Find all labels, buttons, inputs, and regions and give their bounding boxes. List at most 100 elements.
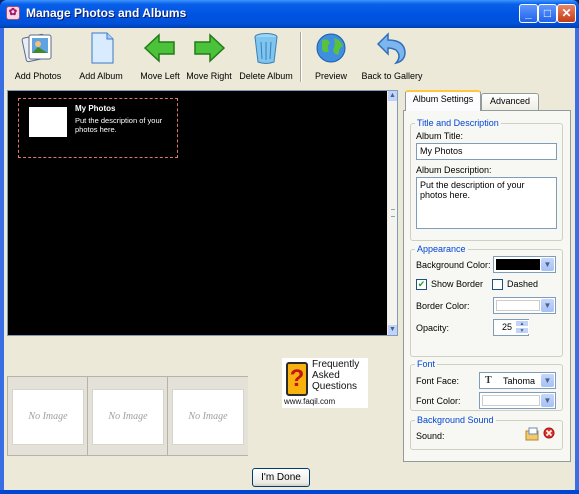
show-border-label: Show Border [431, 279, 484, 289]
minimize-button[interactable]: _ [519, 4, 538, 23]
faq-text: Frequently Asked Questions [312, 359, 359, 392]
dashed-label: Dashed [507, 279, 539, 289]
preview-scrollbar[interactable]: ▲ ▼ [387, 91, 397, 335]
app-icon: ✿ [6, 6, 20, 20]
client-area: Add Photos Add Album Move Left Move Righ… [4, 28, 575, 490]
photo-placeholder: No Image [172, 389, 244, 445]
delete-album-button[interactable]: Delete Album [238, 28, 294, 86]
group-title: Appearance [415, 244, 468, 254]
tab-album-settings[interactable]: Album Settings [405, 90, 481, 111]
album-title-label: Album Title: [416, 131, 464, 141]
appearance-group: Appearance Background Color: ▼ ✔ Show Bo… [410, 244, 563, 357]
border-color-label: Border Color: [416, 301, 470, 311]
back-to-gallery-label: Back to Gallery [361, 71, 423, 81]
background-sound-group: Background Sound Sound: [410, 415, 563, 450]
scroll-down-icon[interactable]: ▼ [388, 325, 397, 335]
album-title-input[interactable]: My Photos [416, 143, 557, 160]
sound-label: Sound: [416, 431, 445, 441]
photo-thumb[interactable]: No Image [88, 377, 168, 455]
folder-open-icon[interactable] [525, 427, 539, 441]
chevron-down-icon[interactable]: ▼ [541, 374, 554, 387]
preview-button[interactable]: Preview [310, 28, 352, 86]
album-preview-area[interactable]: My Photos Put the description of your ph… [7, 90, 398, 336]
back-arrow-icon [376, 32, 406, 65]
font-color-label: Font Color: [416, 396, 461, 406]
add-photos-button[interactable]: Add Photos [12, 28, 64, 86]
font-group: Font Font Face: T Tahoma ▼ Font Color: ▼ [410, 359, 563, 411]
group-title: Title and Description [415, 118, 501, 128]
add-photos-label: Add Photos [14, 71, 62, 81]
settings-tabs: Album Settings Advanced Title and Descri… [403, 90, 571, 462]
preview-label: Preview [314, 71, 347, 81]
album-item[interactable]: My Photos Put the description of your ph… [18, 98, 178, 158]
border-color-picker[interactable]: ▼ [493, 297, 556, 314]
background-color-picker[interactable]: ▼ [493, 256, 556, 273]
dashed-checkbox[interactable] [492, 279, 503, 290]
arrow-right-icon [194, 33, 226, 63]
font-color-swatch [482, 395, 540, 406]
window-bottom-border [0, 490, 579, 494]
album-description: Put the description of your photos here. [75, 116, 163, 134]
font-face-select[interactable]: T Tahoma ▼ [479, 372, 556, 389]
back-to-gallery-button[interactable]: Back to Gallery [360, 28, 424, 86]
album-name: My Photos [75, 104, 116, 113]
remove-icon[interactable] [543, 427, 555, 439]
toolbar-separator [300, 32, 302, 82]
photo-strip: No Image No Image No Image [7, 376, 248, 456]
faq-line3: Questions [312, 381, 358, 392]
border-color-swatch [496, 300, 540, 311]
spin-down-icon[interactable]: ▼ [515, 327, 529, 334]
photo-placeholder: No Image [92, 389, 164, 445]
faq-url: www.faqil.com [284, 397, 336, 406]
album-icon [91, 32, 114, 64]
photo-thumb[interactable]: No Image [8, 377, 88, 455]
scroll-grip[interactable] [391, 209, 395, 217]
faq-question-icon: ? [286, 362, 308, 396]
done-button[interactable]: I'm Done [252, 468, 310, 487]
close-button[interactable]: ✕ [557, 4, 576, 23]
move-left-label: Move Left [140, 71, 180, 81]
font-type-icon: T [485, 375, 492, 386]
arrow-left-icon [143, 33, 175, 63]
background-color-swatch [496, 259, 540, 270]
photos-icon [21, 33, 52, 63]
group-title: Font [415, 359, 438, 369]
opacity-label: Opacity: [416, 323, 450, 333]
album-thumbnail [29, 107, 67, 137]
tab-panel: Title and Description Album Title: My Ph… [403, 110, 571, 462]
globe-icon [316, 33, 346, 63]
window-title: Manage Photos and Albums [26, 6, 187, 20]
faq-line2: Asked [312, 370, 340, 381]
spin-up-icon[interactable]: ▲ [515, 320, 529, 327]
delete-album-label: Delete Album [239, 71, 293, 81]
title-description-group: Title and Description Album Title: My Ph… [410, 118, 563, 241]
title-bar[interactable]: ✿ Manage Photos and Albums _ □ ✕ [0, 0, 579, 28]
font-face-label: Font Face: [416, 376, 460, 386]
font-color-picker[interactable]: ▼ [479, 392, 556, 409]
maximize-button[interactable]: □ [538, 4, 557, 23]
toolbar: Add Photos Add Album Move Left Move Righ… [4, 28, 575, 88]
add-album-label: Add Album [79, 71, 123, 81]
trash-icon [254, 33, 278, 64]
faq-watermark: ? Frequently Asked Questions www.faqil.c… [282, 358, 368, 408]
scroll-up-icon[interactable]: ▲ [388, 91, 397, 101]
chevron-down-icon[interactable]: ▼ [541, 394, 554, 407]
add-album-button[interactable]: Add Album [78, 28, 124, 86]
album-description-label: Album Description: [416, 165, 492, 175]
photo-placeholder: No Image [12, 389, 84, 445]
faq-line1: Frequently [312, 359, 360, 370]
font-face-value: Tahoma [503, 376, 536, 386]
chevron-down-icon[interactable]: ▼ [541, 258, 554, 271]
background-color-label: Background Color: [416, 260, 491, 270]
move-left-button[interactable]: Move Left [138, 28, 182, 86]
photo-thumb[interactable]: No Image [168, 377, 248, 455]
app-window: ✿ Manage Photos and Albums _ □ ✕ Add Pho… [0, 0, 579, 494]
tab-advanced[interactable]: Advanced [481, 93, 539, 110]
opacity-stepper[interactable]: ▲ ▼ [515, 320, 529, 335]
album-description-input[interactable]: Put the description of your photos here. [416, 177, 557, 229]
chevron-down-icon[interactable]: ▼ [541, 299, 554, 312]
group-title: Background Sound [415, 415, 496, 425]
move-right-label: Move Right [186, 71, 232, 81]
move-right-button[interactable]: Move Right [185, 28, 233, 86]
show-border-checkbox[interactable]: ✔ [416, 279, 427, 290]
